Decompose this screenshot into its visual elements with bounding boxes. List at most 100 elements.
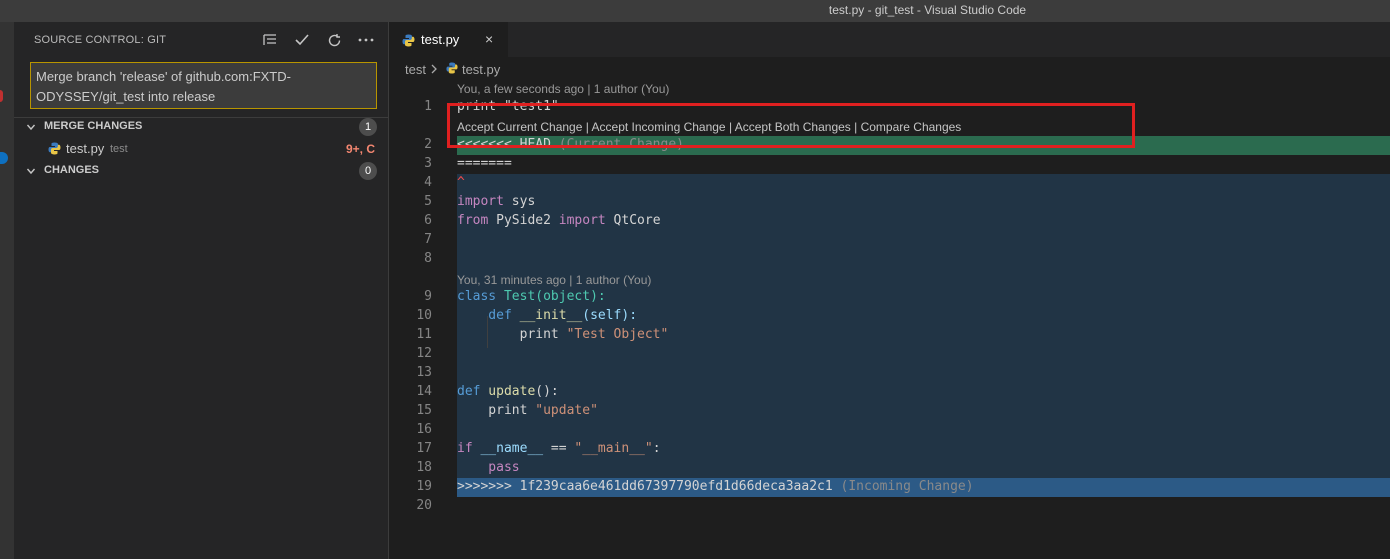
line-number: 13: [416, 365, 432, 380]
tab-test-py[interactable]: test.py ×: [390, 22, 508, 57]
python-file-icon: [402, 34, 415, 50]
string-literal: "Test Object": [558, 327, 669, 342]
source-control-sidebar: SOURCE CONTROL: GIT Merge branch 'releas…: [14, 22, 389, 559]
merge-file-status: 9+, C: [345, 142, 375, 156]
code-token: (self):: [582, 308, 638, 323]
line-number: 17: [416, 441, 432, 456]
code-token: (object):: [535, 289, 606, 304]
keyword: import: [457, 194, 504, 209]
code-text: print "Test Object": [457, 327, 669, 342]
code-editor[interactable]: You, a few seconds ago | 1 author (You) …: [390, 80, 1390, 559]
line-number: 12: [416, 346, 432, 361]
chevron-right-icon: [430, 62, 438, 77]
line-number: 2: [424, 137, 432, 152]
line-number: 7: [424, 232, 432, 247]
activity-bar: [0, 22, 14, 559]
editor-tab-bar: test.py ×: [390, 22, 1390, 57]
keyword: pass: [457, 460, 520, 475]
code-text: print "update": [457, 403, 598, 418]
code-line: 7: [390, 231, 1390, 250]
title-bar: test.py - git_test - Visual Studio Code: [0, 0, 1390, 22]
line-number: 9: [424, 289, 432, 304]
changes-group[interactable]: CHANGES 0: [14, 160, 389, 182]
codelens-blame-1[interactable]: You, a few seconds ago | 1 author (You): [457, 82, 669, 96]
code-line: 5 import sys: [390, 193, 1390, 212]
keyword: def: [457, 384, 481, 399]
commit-message-input[interactable]: Merge branch 'release' of github.com:FXT…: [30, 62, 377, 109]
code-token: ():: [535, 384, 559, 399]
code-token: sys: [503, 194, 536, 209]
class-name: Test: [496, 289, 536, 304]
variable: __name__: [472, 441, 544, 456]
code-line: 17 if __name__ == "__main__":: [390, 440, 1390, 459]
line-number: 10: [416, 308, 432, 323]
line-number: 1: [424, 99, 432, 114]
code-token: QtCore: [605, 213, 661, 228]
indent-guide: [487, 316, 488, 348]
code-text: import sys: [457, 194, 535, 209]
codelens-blame-2[interactable]: You, 31 minutes ago | 1 author (You): [457, 273, 651, 287]
code-text: if __name__ == "__main__":: [457, 441, 661, 456]
operator: ==: [543, 441, 575, 456]
code-text: from PySide2 import QtCore: [457, 213, 661, 228]
merge-file-item[interactable]: test.py test 9+, C: [14, 138, 389, 160]
code-text: def update():: [457, 384, 559, 399]
line-number: 15: [416, 403, 432, 418]
breadcrumb-folder[interactable]: test: [405, 62, 426, 77]
code-text: pass: [457, 460, 520, 475]
merge-changes-label: MERGE CHANGES: [44, 120, 143, 132]
keyword: def: [457, 308, 512, 323]
incoming-marker: >>>>>>> 1f239caa6e461dd67397790efd1d66de…: [457, 479, 833, 494]
line-number: 14: [416, 384, 432, 399]
changes-count-badge: 0: [359, 162, 377, 180]
line-number: 4: [424, 175, 432, 190]
line-number: 16: [416, 422, 432, 437]
list-icon[interactable]: [261, 30, 279, 50]
line-number: 18: [416, 460, 432, 475]
changes-label: CHANGES: [44, 164, 100, 176]
code-line: 20: [390, 497, 1390, 516]
merge-changes-count-badge: 1: [359, 118, 377, 136]
activity-item-marker[interactable]: [0, 90, 3, 102]
sidebar-title: SOURCE CONTROL: GIT: [34, 34, 167, 46]
merge-file-dir: test: [110, 143, 128, 155]
line-number: 6: [424, 213, 432, 228]
line-number: 20: [416, 498, 432, 513]
chevron-down-icon: [26, 120, 36, 135]
merge-changes-group[interactable]: MERGE CHANGES 1: [14, 116, 389, 138]
close-icon[interactable]: ×: [485, 31, 493, 47]
code-line: 4 ^: [390, 174, 1390, 193]
function-name: update: [480, 384, 536, 399]
chevron-down-icon: [26, 164, 36, 179]
code-line: 10 def __init__(self):: [390, 307, 1390, 326]
keyword: import: [558, 213, 606, 228]
ellipsis-icon[interactable]: [357, 30, 375, 50]
keyword: if: [457, 441, 473, 456]
line-number: 19: [416, 479, 432, 494]
line-number: 11: [416, 327, 432, 342]
line-number: 5: [424, 194, 432, 209]
breadcrumb-file[interactable]: test.py: [462, 62, 500, 77]
code-token: :: [652, 441, 661, 456]
code-text: class Test(object):: [457, 289, 606, 304]
code-line: 18 pass: [390, 459, 1390, 478]
code-line: 9 class Test(object):: [390, 288, 1390, 307]
keyword: class: [457, 289, 497, 304]
python-file-icon: [446, 61, 458, 77]
code-text: =======: [457, 156, 512, 171]
code-line: 6 from PySide2 import QtCore: [390, 212, 1390, 231]
keyword: print: [457, 327, 559, 342]
code-line: 15 print "update": [390, 402, 1390, 421]
breadcrumb: test test.py: [405, 61, 500, 77]
sidebar-actions: [261, 30, 375, 50]
refresh-icon[interactable]: [325, 30, 343, 50]
annotation-highlight-box: [447, 103, 1135, 148]
line-number: 3: [424, 156, 432, 171]
code-text: >>>>>>> 1f239caa6e461dd67397790efd1d66de…: [457, 479, 974, 494]
check-icon[interactable]: [293, 30, 311, 50]
keyword: print: [457, 403, 528, 418]
source-control-indicator[interactable]: [0, 152, 8, 164]
code-line: 11 print "Test Object": [390, 326, 1390, 345]
code-line: 8: [390, 250, 1390, 269]
code-line: 3 =======: [390, 155, 1390, 174]
